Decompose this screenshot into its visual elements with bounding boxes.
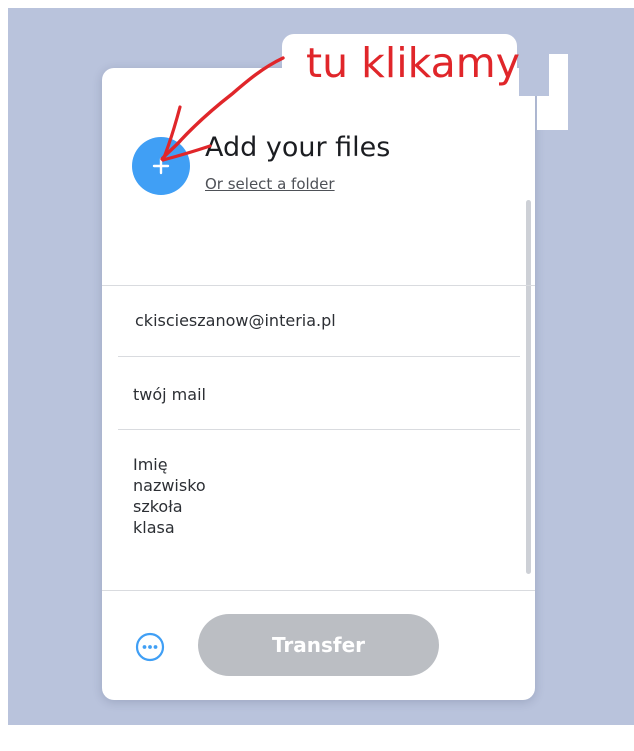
- divider: [118, 356, 520, 357]
- sender-email-field[interactable]: twój mail: [133, 385, 206, 405]
- annotation-box-gap: [519, 54, 549, 96]
- divider: [118, 429, 520, 430]
- transfer-button[interactable]: Transfer: [198, 614, 439, 676]
- recipient-email-field[interactable]: ckiscieszanow@interia.pl: [135, 311, 336, 331]
- more-options-icon: [135, 632, 165, 662]
- annotation-text: tu klikamy: [306, 39, 520, 87]
- plus-icon: [152, 157, 170, 175]
- message-line: Imię: [133, 455, 168, 474]
- message-line: szkoła: [133, 497, 183, 516]
- message-line: klasa: [133, 518, 175, 537]
- divider: [102, 590, 535, 591]
- message-field[interactable]: Imię nazwisko szkoła klasa: [133, 454, 513, 538]
- message-line: nazwisko: [133, 476, 206, 495]
- add-files-button[interactable]: [132, 137, 190, 195]
- select-folder-link[interactable]: Or select a folder: [205, 174, 335, 194]
- scrollbar[interactable]: [526, 200, 531, 574]
- add-files-title: Add your files: [205, 132, 391, 163]
- divider: [102, 285, 535, 286]
- more-options-button[interactable]: [134, 631, 166, 663]
